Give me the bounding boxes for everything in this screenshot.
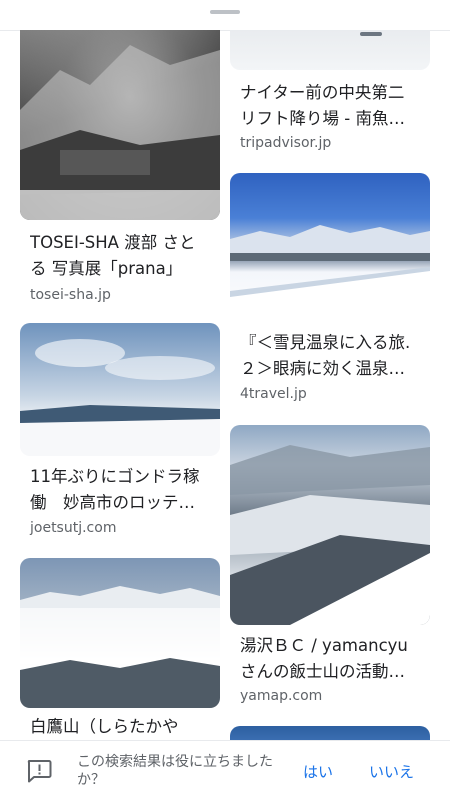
result-domain: tosei-sha.jp [30,287,111,303]
result-domain: 4travel.jp [240,386,307,402]
result-thumbnail[interactable] [20,558,220,708]
valley-view-photo [230,445,430,625]
result-title[interactable]: 『＜雪見温泉に入る旅.２＞眼病に効く温泉… [240,330,425,382]
result-thumbnail[interactable] [20,30,220,220]
ski-lift-photo [360,32,382,36]
result-thumbnail[interactable] [230,425,430,625]
snowy-mountains-photo [230,225,430,323]
result-title[interactable]: TOSEI-SHA 渡部 さとる 写真展「prana」 [30,230,210,282]
result-thumbnail[interactable] [230,173,430,323]
feedback-icon [27,760,52,783]
result-title[interactable]: 湯沢ＢＣ / yamancyu さんの飯士山の活動… [240,633,420,685]
drag-handle[interactable] [210,10,240,14]
result-thumbnail[interactable] [230,30,430,70]
snowfield-photo [20,339,220,456]
result-title[interactable]: 白鷹山（しらたかや [30,714,210,740]
result-title[interactable]: ナイター前の中央第二リフト降り場 - 南魚… [240,80,420,132]
result-title[interactable]: 11年ぶりにゴンドラ稼働 妙高市のロッテ… [30,464,210,516]
mountain-photo [20,45,220,220]
result-domain: joetsutj.com [30,520,117,536]
feedback-bar: この検索結果は役に立ちましたか？ はい いいえ [0,740,450,801]
result-thumbnail-partial[interactable] [230,726,430,740]
feedback-yes-button[interactable]: はい [303,761,333,782]
sheet-handle-bar[interactable] [0,0,450,31]
feedback-question: この検索結果は役に立ちましたか？ [77,754,273,788]
sea-of-clouds-photo [20,586,220,708]
result-domain: yamap.com [240,688,323,704]
result-thumbnail[interactable] [20,323,220,456]
result-domain: tripadvisor.jp [240,135,332,151]
feedback-no-button[interactable]: いいえ [369,761,414,782]
